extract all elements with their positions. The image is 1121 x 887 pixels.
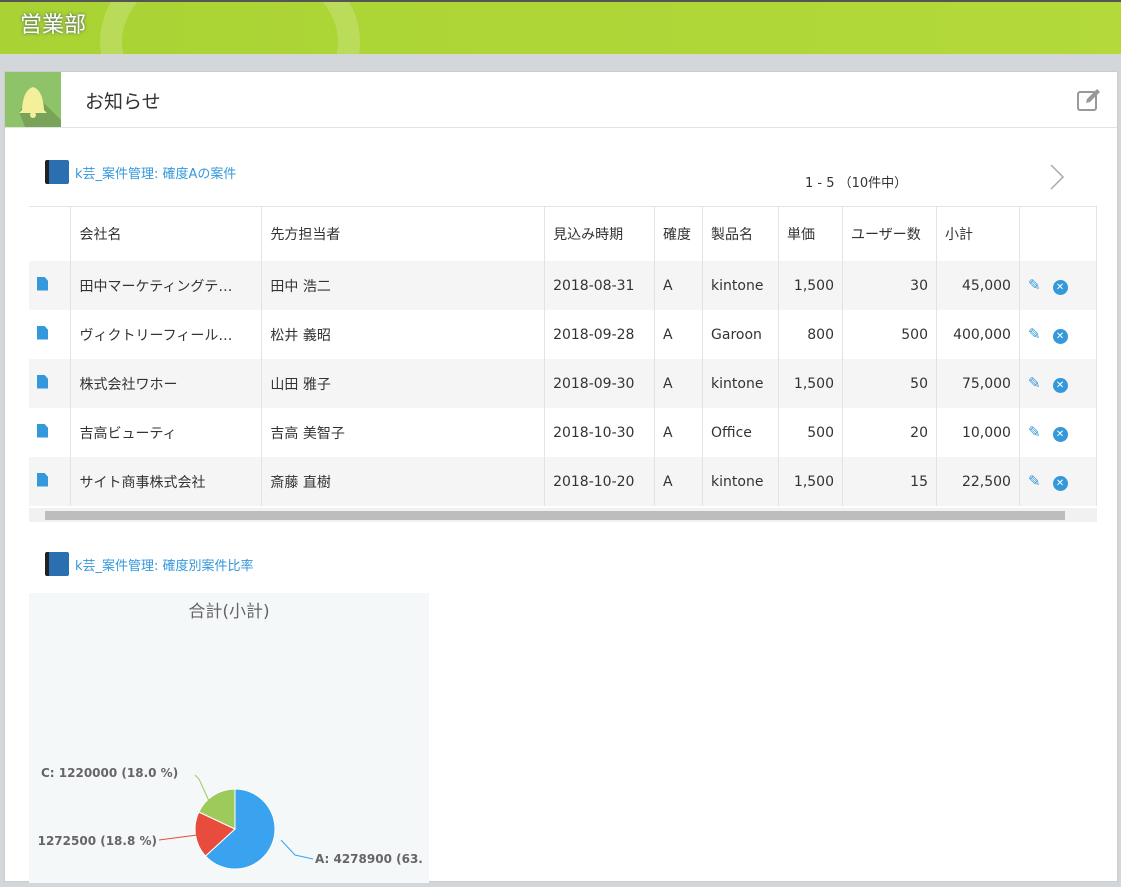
table-cell: 2018-09-28 (544, 310, 656, 359)
table-row[interactable]: サイト商事株式会社 斎藤 直樹 2018-10-20 Akintone 1,500 15 2… (29, 457, 1098, 506)
column-header[interactable]: 製品名 (702, 207, 780, 261)
record-detail-icon[interactable] (37, 423, 48, 438)
chart-title: 合計(小計) (188, 602, 269, 622)
record-detail-icon[interactable] (37, 374, 48, 389)
pie-chart: 合計(小計) A: 4278900 (63. 1272500 (18.8 %) C: … (29, 593, 429, 883)
table-cell: Garoon (702, 310, 780, 359)
table-cell: 田中 浩二 (261, 261, 546, 310)
table-cell: kintone (702, 359, 780, 408)
table-cell: 株式会社ワホー (70, 359, 263, 408)
app-link-text[interactable]: k芸_案件管理: 確度別案件比率 (75, 555, 254, 574)
table-cell: 400,000 (936, 310, 1020, 359)
column-header[interactable]: 先方担当者 (261, 207, 546, 261)
delete-icon[interactable]: ✕ (1052, 329, 1068, 344)
pie-data-label: 1272500 (18.8 %) (38, 834, 157, 848)
table-row[interactable]: ヴィクトリーフィール… 松井 義昭 2018-09-28 A Garoon 800 500 4… (29, 310, 1098, 359)
edit-icon[interactable] (1077, 88, 1101, 112)
table-cell: 22,500 (936, 457, 1020, 506)
column-header[interactable]: 単価 (778, 207, 843, 261)
edit-pencil-icon[interactable]: ✎ (1028, 276, 1041, 294)
table-cell: 1,500 (778, 359, 843, 408)
table-cell: 30 (842, 261, 937, 310)
record-detail-icon[interactable] (37, 325, 48, 340)
panel-title: お知らせ (85, 91, 161, 113)
delete-icon[interactable]: ✕ (1052, 378, 1068, 393)
table-cell: 75,000 (936, 359, 1020, 408)
table-cell: 50 (842, 359, 937, 408)
record-detail-icon[interactable] (37, 276, 48, 291)
table-cell: 2018-08-31 (544, 261, 656, 310)
table-cell: 1,500 (778, 457, 843, 506)
label-connector (158, 834, 198, 841)
table-cell: kintone (702, 457, 780, 506)
app-icon (45, 552, 69, 576)
table-cell: A (654, 359, 704, 408)
table-cell: 500 (842, 310, 937, 359)
table-cell: 2018-10-30 (544, 408, 656, 457)
table-cell: 15 (842, 457, 937, 506)
table-cell: 500 (778, 408, 843, 457)
pie-data-label: A: 4278900 (63. (315, 852, 423, 866)
label-connector (194, 774, 210, 802)
table-cell: 800 (778, 310, 843, 359)
edit-pencil-icon[interactable]: ✎ (1028, 325, 1041, 343)
edit-pencil-icon[interactable]: ✎ (1028, 472, 1041, 490)
table-cell: 2018-10-20 (544, 457, 656, 506)
edit-pencil-icon[interactable]: ✎ (1028, 423, 1041, 441)
table-cell: 1,500 (778, 261, 843, 310)
table-cell: kintone (702, 261, 780, 310)
announcement-panel: お知らせ k芸_案件管理: 確度Aの案件 1 - 5 （10件中） 会社名 先方担… (4, 71, 1118, 883)
label-connector (280, 839, 314, 860)
app-icon (45, 160, 69, 184)
table-row[interactable]: 吉高ビューティ 吉高 美智子 2018-10-30 A Office 500 20 10,00… (29, 408, 1098, 457)
table-row[interactable]: 田中マーケティングテ… 田中 浩二 2018-08-31 Akintone 1,500 3… (29, 261, 1098, 310)
column-header[interactable]: ユーザー数 (842, 207, 937, 261)
table-cell: A (654, 310, 704, 359)
space-title: 営業部 (20, 13, 87, 38)
table-cell: サイト商事株式会社 (70, 457, 263, 506)
pie-data-label: C: 1220000 (18.0 %) (41, 766, 178, 780)
bell-icon (5, 72, 61, 127)
app-link-text[interactable]: k芸_案件管理: 確度Aの案件 (75, 163, 236, 182)
column-header (29, 207, 72, 261)
table-row[interactable]: 株式会社ワホー 山田 雅子 2018-09-30 Akintone 1,500 50 75,… (29, 359, 1098, 408)
table-cell: A (654, 261, 704, 310)
delete-icon[interactable]: ✕ (1052, 280, 1068, 295)
record-detail-icon[interactable] (37, 472, 48, 487)
delete-icon[interactable]: ✕ (1052, 476, 1068, 491)
table-cell: ヴィクトリーフィール… (70, 310, 263, 359)
graph-app-link[interactable]: k芸_案件管理: 確度別案件比率 (45, 552, 254, 576)
table-cell: 45,000 (936, 261, 1020, 310)
edit-pencil-icon[interactable]: ✎ (1028, 374, 1041, 392)
table-cell: A (654, 457, 704, 506)
column-header[interactable]: 確度 (654, 207, 704, 261)
pager-text: 1 - 5 （10件中） (805, 176, 908, 191)
column-header[interactable]: 会社名 (70, 207, 263, 261)
table-cell: 吉高ビューティ (70, 408, 263, 457)
column-header[interactable]: 小計 (936, 207, 1020, 261)
chevron-right-icon[interactable] (1047, 164, 1067, 190)
table-cell: 10,000 (936, 408, 1020, 457)
table-cell: 吉高 美智子 (261, 408, 546, 457)
column-header (1019, 207, 1098, 261)
table-cell: 20 (842, 408, 937, 457)
table-cell: 松井 義昭 (261, 310, 546, 359)
horizontal-scrollbar[interactable] (29, 508, 1097, 522)
table-cell: A (654, 408, 704, 457)
space-header: 営業部 (0, 0, 1121, 54)
list-app-link[interactable]: k芸_案件管理: 確度Aの案件 (45, 160, 236, 184)
table-cell: 田中マーケティングテ… (70, 261, 263, 310)
table-cell: 斎藤 直樹 (261, 457, 546, 506)
delete-icon[interactable]: ✕ (1052, 427, 1068, 442)
column-header[interactable]: 見込み時期 (544, 207, 656, 261)
table-cell: 2018-09-30 (544, 359, 656, 408)
records-table: 会社名 先方担当者 見込み時期 確度 製品名 単価 ユーザー数 小計 田中マーケティングテ… 田… (29, 206, 1098, 506)
table-cell: 山田 雅子 (261, 359, 546, 408)
table-cell: Office (702, 408, 780, 457)
